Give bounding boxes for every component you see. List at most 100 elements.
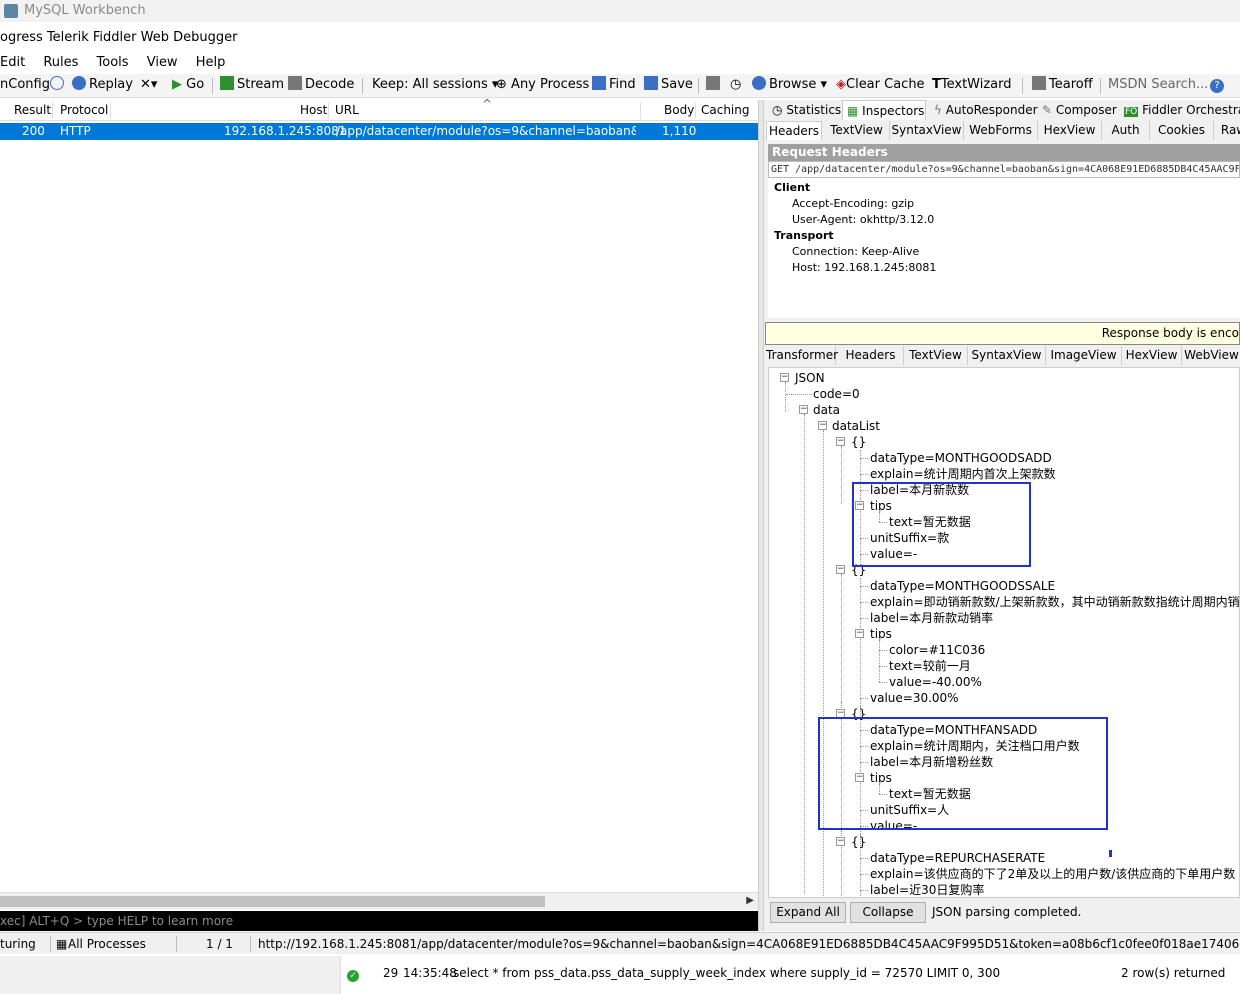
json-datatype[interactable]: dataType=MONTHGOODSADD bbox=[870, 450, 1052, 466]
process-filter[interactable]: All Processes bbox=[68, 933, 146, 954]
expand-toggle-icon[interactable]: − bbox=[836, 837, 845, 846]
col-protocol[interactable]: Protocol bbox=[60, 100, 108, 121]
comment-button[interactable] bbox=[50, 74, 67, 96]
replay-button[interactable]: Replay bbox=[72, 74, 133, 96]
request-line[interactable]: GET /app/datacenter/module?os=9&channel=… bbox=[768, 161, 1240, 178]
menu-help[interactable]: Help bbox=[196, 52, 226, 74]
json-datalist[interactable]: dataList bbox=[832, 418, 880, 434]
decode-button[interactable]: Decode bbox=[288, 74, 354, 96]
scroll-right-arrow-icon[interactable]: ▶ bbox=[746, 895, 754, 906]
clear-cache-button[interactable]: ◈Clear Cache bbox=[836, 74, 925, 96]
json-object[interactable]: {} bbox=[851, 834, 866, 850]
mysql-output-row[interactable]: ✓ 29 14:35:48 select * from pss_data.pss… bbox=[340, 956, 1240, 994]
expand-toggle-icon[interactable]: − bbox=[836, 565, 845, 574]
collapse-button[interactable]: Collapse bbox=[850, 902, 926, 923]
req-tab-webforms[interactable]: WebForms bbox=[964, 121, 1038, 140]
menu-rules[interactable]: Rules bbox=[43, 52, 78, 74]
req-tab-hexview[interactable]: HexView bbox=[1038, 121, 1102, 140]
col-caching[interactable]: Caching bbox=[701, 100, 750, 121]
tab-autoresponder[interactable]: ϟ AutoResponder bbox=[930, 100, 1038, 120]
menu-edit[interactable]: Edit bbox=[0, 52, 25, 74]
tab-statistics[interactable]: ◷ Statistics bbox=[768, 100, 841, 120]
resp-tab-webview[interactable]: WebView bbox=[1182, 346, 1240, 365]
resp-tab-headers[interactable]: Headers bbox=[838, 346, 904, 365]
any-process-button[interactable]: ⊕ Any Process bbox=[496, 74, 589, 96]
col-result[interactable]: Result bbox=[14, 100, 51, 121]
resp-tab-transformer[interactable]: Transformer bbox=[766, 346, 838, 365]
json-tips-value[interactable]: value=-40.00% bbox=[889, 674, 982, 690]
json-root[interactable]: JSON bbox=[795, 370, 825, 386]
req-tab-syntaxview[interactable]: SyntaxView bbox=[890, 121, 964, 140]
header-accept-encoding[interactable]: Accept-Encoding: gzip bbox=[792, 197, 914, 210]
json-tree-view[interactable]: − JSON code=0 − data − dataList − {} dat… bbox=[768, 367, 1240, 898]
transport-group-label[interactable]: Transport bbox=[774, 229, 834, 242]
header-connection[interactable]: Connection: Keep-Alive bbox=[792, 245, 919, 258]
sessions-list-area[interactable] bbox=[0, 140, 758, 892]
json-tips[interactable]: tips bbox=[870, 626, 892, 642]
json-code[interactable]: code=0 bbox=[813, 386, 860, 402]
resp-tab-hexview[interactable]: HexView bbox=[1122, 346, 1182, 365]
resp-tab-syntaxview[interactable]: SyntaxView bbox=[968, 346, 1046, 365]
json-datatype[interactable]: dataType=REPURCHASERATE bbox=[870, 850, 1045, 866]
msdn-search-input[interactable]: MSDN Search... bbox=[1108, 74, 1208, 96]
header-host[interactable]: Host: 192.168.1.245:8081 bbox=[792, 261, 936, 274]
col-body[interactable]: Body bbox=[664, 100, 694, 121]
timer-button[interactable]: ◷ bbox=[730, 74, 741, 96]
session-row[interactable]: 200 HTTP 192.168.1.245:8081 /app/datacen… bbox=[0, 123, 758, 140]
find-button[interactable]: Find bbox=[592, 74, 636, 96]
tab-composer[interactable]: ✎ Composer bbox=[1038, 100, 1122, 120]
save-button[interactable]: Save bbox=[644, 74, 693, 96]
help-icon[interactable]: ? bbox=[1210, 74, 1224, 96]
tab-fiddler-orchestra[interactable]: FO Fiddler Orchestra Be bbox=[1120, 100, 1240, 120]
textwizard-button[interactable]: TTextWizard bbox=[932, 74, 1012, 96]
capturing-indicator[interactable]: turing bbox=[0, 933, 36, 954]
tearoff-button[interactable]: Tearoff bbox=[1032, 74, 1093, 96]
json-explain[interactable]: explain=即动销新款数/上架新款数，其中动销新款数指统计周期内销售 bbox=[870, 594, 1239, 610]
stream-button[interactable]: Stream bbox=[220, 74, 284, 96]
sessions-horizontal-scrollbar[interactable]: ▶ bbox=[0, 892, 758, 910]
expand-toggle-icon[interactable]: − bbox=[780, 373, 789, 382]
row-url: /app/datacenter/module?os=9&channel=baob… bbox=[336, 124, 636, 138]
response-encoded-notice[interactable]: Response body is enco bbox=[765, 322, 1240, 345]
expand-toggle-icon[interactable]: − bbox=[799, 405, 808, 414]
fo-icon: FO bbox=[1124, 107, 1139, 117]
browse-button[interactable]: Browse ▾ bbox=[752, 74, 827, 96]
req-tab-raw[interactable]: Raw bbox=[1214, 121, 1240, 140]
expand-all-button[interactable]: Expand All bbox=[770, 902, 846, 923]
json-data[interactable]: data bbox=[813, 402, 840, 418]
col-url[interactable]: URL bbox=[335, 100, 359, 121]
json-value[interactable]: value=30.00% bbox=[870, 690, 959, 706]
json-explain[interactable]: explain=统计周期内首次上架款数 bbox=[870, 466, 1056, 482]
menu-tools[interactable]: Tools bbox=[97, 52, 129, 74]
menu-view[interactable]: View bbox=[147, 52, 178, 74]
client-group-label[interactable]: Client bbox=[774, 181, 810, 194]
lightning-icon: ϟ bbox=[934, 103, 942, 117]
expand-toggle-icon[interactable]: − bbox=[818, 421, 827, 430]
go-button[interactable]: ▶ Go bbox=[172, 74, 204, 96]
req-tab-textview[interactable]: TextView bbox=[824, 121, 890, 140]
scrollbar-thumb[interactable] bbox=[0, 896, 545, 907]
req-tab-auth[interactable]: Auth bbox=[1102, 121, 1150, 140]
json-datatype[interactable]: dataType=MONTHGOODSSALE bbox=[870, 578, 1055, 594]
resp-tab-imageview[interactable]: ImageView bbox=[1046, 346, 1122, 365]
json-label[interactable]: label=本月新款动销率 bbox=[870, 610, 993, 626]
json-tips-text[interactable]: text=较前一月 bbox=[889, 658, 971, 674]
json-tips-color[interactable]: color=#11C036 bbox=[889, 642, 985, 658]
keep-sessions-dropdown[interactable]: Keep: All sessions ▾ bbox=[372, 74, 498, 96]
resp-tab-textview[interactable]: TextView bbox=[904, 346, 968, 365]
col-host[interactable]: Host bbox=[300, 100, 327, 121]
expand-toggle-icon[interactable]: − bbox=[855, 629, 864, 638]
header-user-agent[interactable]: User-Agent: okhttp/3.12.0 bbox=[792, 213, 934, 226]
req-tab-cookies[interactable]: Cookies bbox=[1150, 121, 1214, 140]
remove-button[interactable]: ✕▾ bbox=[140, 74, 157, 96]
winconfig-button[interactable]: nConfig bbox=[0, 74, 50, 96]
composer-icon: ✎ bbox=[1042, 103, 1053, 117]
json-object[interactable]: {} bbox=[851, 434, 866, 450]
screenshot-button[interactable] bbox=[706, 74, 723, 96]
tab-inspectors[interactable]: ▦ Inspectors bbox=[842, 100, 926, 120]
quickexec-input[interactable]: xec] ALT+Q > type HELP to learn more bbox=[0, 911, 758, 931]
json-label[interactable]: label=近30日复购率 bbox=[870, 882, 984, 897]
json-explain[interactable]: explain=该供应商的下了2单及以上的用户数/该供应商的下单用户数 bbox=[870, 866, 1235, 882]
req-tab-headers[interactable]: Headers bbox=[766, 121, 822, 140]
expand-toggle-icon[interactable]: − bbox=[836, 437, 845, 446]
